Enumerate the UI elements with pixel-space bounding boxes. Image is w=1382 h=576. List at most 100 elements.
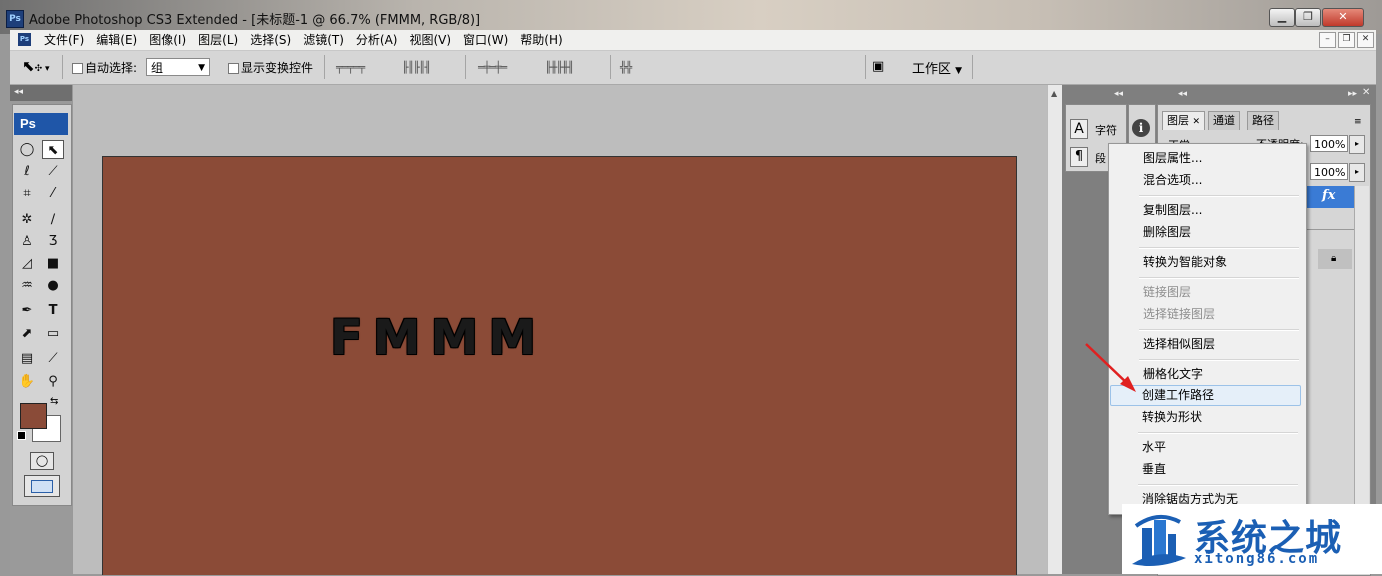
- bridge-icon[interactable]: ▣: [872, 59, 884, 74]
- distribute-left-buttons[interactable]: ╟╫╟╫╢: [545, 61, 574, 74]
- blur-icon[interactable]: ♒: [16, 276, 38, 295]
- collapse-icon[interactable]: ◂◂: [1178, 89, 1187, 99]
- close-icon[interactable]: ✕: [1193, 117, 1201, 127]
- dodge-icon[interactable]: ●: [42, 276, 64, 295]
- divider: [972, 55, 973, 79]
- doc-minimize-button[interactable]: –: [1319, 32, 1336, 48]
- auto-select-dropdown[interactable]: 组 ▼: [146, 58, 210, 76]
- restore-button[interactable]: ❐: [1295, 8, 1321, 27]
- fill-slider-button[interactable]: ▸: [1349, 163, 1365, 182]
- info-icon[interactable]: i: [1132, 119, 1150, 137]
- default-colors-icon[interactable]: [17, 431, 26, 440]
- zoom-icon[interactable]: ⚲: [42, 372, 64, 391]
- divider: [1301, 229, 1355, 230]
- divider: [610, 55, 611, 79]
- quick-mask-icon[interactable]: ◯: [30, 452, 54, 470]
- panel-menu-icon[interactable]: ≡: [1354, 117, 1362, 127]
- menu-window[interactable]: 窗口(W): [457, 32, 514, 48]
- gradient-icon[interactable]: ■: [42, 254, 64, 273]
- align-left-buttons[interactable]: ╟║╟║╢: [402, 61, 431, 74]
- tab-label: 通道: [1213, 114, 1235, 127]
- fill-input[interactable]: 100%: [1310, 163, 1348, 180]
- auto-align-button[interactable]: ╬╬: [620, 61, 632, 74]
- crop-icon[interactable]: ⌗: [16, 184, 38, 203]
- notes-icon[interactable]: ▤: [16, 349, 38, 368]
- menu-edit[interactable]: 编辑(E): [90, 32, 143, 48]
- move-icon[interactable]: ⬉: [42, 140, 64, 159]
- tab-channels[interactable]: 通道: [1208, 111, 1240, 130]
- menu-filter[interactable]: 滤镜(T): [297, 32, 350, 48]
- menu-item-horizontal[interactable]: 水平: [1142, 438, 1166, 456]
- menu-item-delete-layer[interactable]: 删除图层: [1143, 223, 1191, 241]
- pen-icon[interactable]: ✒: [16, 301, 38, 320]
- layer-effects-icon[interactable]: fx: [1322, 188, 1335, 203]
- checkbox-icon: [228, 63, 239, 74]
- menu-item-create-work-path[interactable]: 创建工作路径: [1142, 386, 1214, 404]
- show-transform-checkbox[interactable]: 显示变换控件: [228, 59, 313, 76]
- menu-separator: [1139, 359, 1299, 361]
- menu-item-convert-to-shape[interactable]: 转换为形状: [1142, 408, 1202, 426]
- canvas-text-layer[interactable]: FMMM: [330, 310, 546, 366]
- lock-icon[interactable]: 🔒︎: [1331, 253, 1336, 264]
- opacity-input[interactable]: 100%: [1310, 135, 1348, 152]
- photoshop-logo[interactable]: Ps: [14, 113, 68, 135]
- menu-item-vertical[interactable]: 垂直: [1142, 460, 1166, 478]
- eraser-icon[interactable]: ◿: [16, 254, 38, 273]
- doc-restore-button[interactable]: ❐: [1338, 32, 1355, 48]
- collapse-icon[interactable]: ◂◂: [14, 87, 23, 97]
- brush-icon[interactable]: ∕: [42, 210, 64, 229]
- menu-image[interactable]: 图像(I): [143, 32, 192, 48]
- tab-layers[interactable]: 图层 ✕: [1162, 111, 1206, 130]
- opacity-slider-button[interactable]: ▸: [1349, 135, 1365, 154]
- tab-paths[interactable]: 路径: [1247, 111, 1279, 130]
- type-icon[interactable]: T: [42, 301, 64, 320]
- vertical-scrollbar[interactable]: ▲: [1047, 85, 1063, 574]
- shape-icon[interactable]: ▭: [42, 324, 64, 343]
- stamp-icon[interactable]: ♙: [16, 232, 38, 251]
- menu-analysis[interactable]: 分析(A): [350, 32, 404, 48]
- layer-lock-area: 🔒︎: [1318, 249, 1352, 269]
- collapse-icon[interactable]: ▸▸: [1348, 89, 1357, 99]
- menu-item-select-similar-layers[interactable]: 选择相似图层: [1143, 335, 1215, 353]
- marquee-icon[interactable]: ◯: [16, 140, 38, 159]
- magic-wand-icon[interactable]: ⟋: [42, 162, 64, 181]
- close-button[interactable]: ✕: [1322, 8, 1364, 27]
- collapse-icon[interactable]: ◂◂: [1114, 89, 1123, 99]
- doc-close-button[interactable]: ✕: [1357, 32, 1374, 48]
- menu-layer[interactable]: 图层(L): [192, 32, 244, 48]
- slice-icon[interactable]: ⁄: [42, 184, 64, 203]
- tools-panel-header[interactable]: ◂◂: [10, 85, 72, 101]
- paragraph-label[interactable]: 段: [1095, 150, 1106, 166]
- swap-colors-icon[interactable]: ⇆: [50, 396, 58, 407]
- auto-select-checkbox[interactable]: 自动选择:: [72, 59, 137, 76]
- workspace-button[interactable]: 工作区 ▼: [912, 58, 962, 77]
- panel-close-icon[interactable]: ✕: [1362, 87, 1370, 98]
- eyedropper-icon[interactable]: ⟋: [42, 349, 64, 368]
- character-icon[interactable]: A: [1070, 119, 1088, 139]
- healing-icon[interactable]: ✲: [16, 210, 38, 229]
- document-canvas[interactable]: [102, 156, 1017, 575]
- foreground-color-swatch[interactable]: [20, 403, 47, 429]
- hand-icon[interactable]: ✋: [16, 372, 38, 391]
- screen-mode-icon[interactable]: [24, 475, 60, 497]
- align-top-buttons[interactable]: ╤═╤═╤: [336, 61, 365, 74]
- path-select-icon[interactable]: ⬈: [16, 324, 38, 343]
- menu-item-blending-options[interactable]: 混合选项...: [1143, 171, 1202, 189]
- character-label[interactable]: 字符: [1095, 122, 1117, 138]
- document-icon[interactable]: Ps: [18, 33, 31, 46]
- menu-item-duplicate-layer[interactable]: 复制图层...: [1143, 201, 1202, 219]
- minimize-button[interactable]: ▁: [1269, 8, 1295, 27]
- history-brush-icon[interactable]: Ʒ: [42, 232, 64, 251]
- menu-select[interactable]: 选择(S): [244, 32, 297, 48]
- distribute-top-buttons[interactable]: ═╪═╪═: [478, 61, 507, 74]
- menu-item-convert-smart-object[interactable]: 转换为智能对象: [1143, 253, 1227, 271]
- scroll-up-icon[interactable]: ▲: [1051, 89, 1057, 98]
- menu-file[interactable]: 文件(F): [38, 32, 90, 48]
- menu-item-rasterize-type[interactable]: 栅格化文字: [1143, 365, 1203, 383]
- menu-item-layer-properties[interactable]: 图层属性...: [1143, 149, 1202, 167]
- menu-help[interactable]: 帮助(H): [514, 32, 568, 48]
- paragraph-icon[interactable]: ¶: [1070, 147, 1088, 167]
- move-tool-preset-icon[interactable]: ⬉✣ ▾: [22, 57, 50, 75]
- menu-view[interactable]: 视图(V): [403, 32, 457, 48]
- lasso-icon[interactable]: ℓ: [16, 162, 38, 181]
